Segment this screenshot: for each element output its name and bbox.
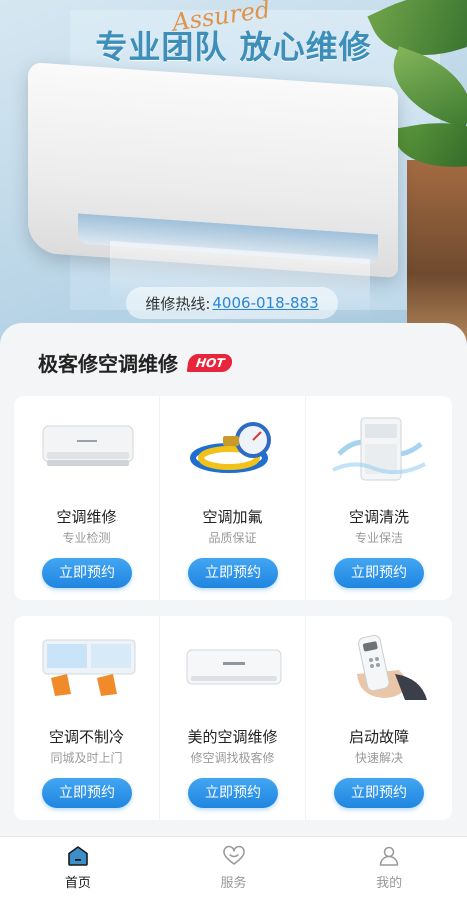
main-content: 极客修空调维修 HOT 空调维修 专业检测 立即预约 空调加氟 品质保证 立即预… — [0, 323, 467, 833]
tab-label: 服务 — [220, 876, 247, 891]
service-card[interactable]: 空调不制冷 同城及时上门 立即预约 — [14, 616, 160, 820]
heart-icon — [222, 845, 245, 865]
refrigerant-gauge-icon — [190, 422, 271, 473]
book-now-button[interactable]: 立即预约 — [334, 558, 424, 588]
service-name: 空调加氟 — [202, 508, 263, 526]
book-now-button[interactable]: 立即预约 — [42, 778, 132, 808]
hero-title: 专业团队 放心维修 — [95, 28, 372, 66]
service-subtitle: 专业保洁 — [354, 531, 403, 545]
service-card[interactable]: 美的空调维修 修空调找极客修 立即预约 — [160, 616, 306, 820]
hero-banner: Assured 专业团队 放心维修 维修热线: 4006-018-883 — [0, 0, 467, 345]
service-subtitle: 品质保证 — [208, 531, 257, 545]
app-page: Assured 专业团队 放心维修 维修热线: 4006-018-883 极客修… — [0, 0, 467, 898]
hotline-pill: 维修热线: 4006-018-883 — [126, 287, 338, 319]
rock-decoration — [407, 160, 467, 345]
book-now-button[interactable]: 立即预约 — [334, 778, 424, 808]
tab-home[interactable]: 首页 — [0, 837, 156, 898]
floor-ac-splash-icon — [332, 417, 426, 481]
book-now-button[interactable]: 立即预约 — [188, 778, 278, 808]
book-now-button[interactable]: 立即预约 — [42, 558, 132, 588]
service-subtitle: 同城及时上门 — [50, 751, 123, 765]
tab-services[interactable]: 服务 — [156, 837, 312, 898]
service-card[interactable]: 空调维修 专业检测 立即预约 — [14, 396, 160, 600]
hotline-number-link[interactable]: 4006-018-883 — [212, 294, 318, 312]
tab-label: 首页 — [64, 876, 91, 891]
service-subtitle: 专业检测 — [62, 531, 111, 545]
service-row: 空调不制冷 同城及时上门 立即预约 美的空调维修 修空调找极客修 立即预约 启动… — [14, 616, 452, 820]
service-card[interactable]: 空调清洗 专业保洁 立即预约 — [306, 396, 452, 600]
service-name: 空调不制冷 — [48, 728, 124, 746]
bottom-tab-bar: 首页 服务 我的 — [0, 836, 467, 898]
service-name: 空调维修 — [56, 508, 117, 526]
user-icon — [379, 846, 399, 866]
tab-label: 我的 — [376, 876, 403, 891]
home-icon — [68, 846, 88, 866]
section-title: 极客修空调维修 — [38, 352, 178, 376]
midea-ac-icon — [186, 649, 282, 685]
split-ac-icon — [42, 425, 134, 466]
service-name: 启动故障 — [348, 728, 409, 746]
tab-profile[interactable]: 我的 — [311, 837, 467, 898]
service-card[interactable]: 启动故障 快速解决 立即预约 — [306, 616, 452, 820]
service-subtitle: 修空调找极客修 — [190, 751, 275, 765]
book-now-button[interactable]: 立即预约 — [188, 558, 278, 588]
remote-control-icon — [357, 634, 427, 700]
service-row: 空调维修 专业检测 立即预约 空调加氟 品质保证 立即预约 空调清洗 专业保洁 … — [14, 396, 452, 600]
service-name: 美的空调维修 — [187, 728, 278, 746]
service-name: 空调清洗 — [348, 508, 409, 526]
section-header: 极客修空调维修 HOT — [38, 348, 234, 377]
service-card[interactable]: 空调加氟 品质保证 立即预约 — [160, 396, 306, 600]
service-subtitle: 快速解决 — [354, 751, 403, 765]
service-grid: 空调维修 专业检测 立即预约 空调加氟 品质保证 立即预约 空调清洗 专业保洁 … — [14, 396, 452, 836]
hot-badge: HOT — [186, 353, 234, 372]
ac-filter-cleaning-icon — [42, 639, 136, 696]
hotline-label: 维修热线: — [145, 294, 211, 313]
